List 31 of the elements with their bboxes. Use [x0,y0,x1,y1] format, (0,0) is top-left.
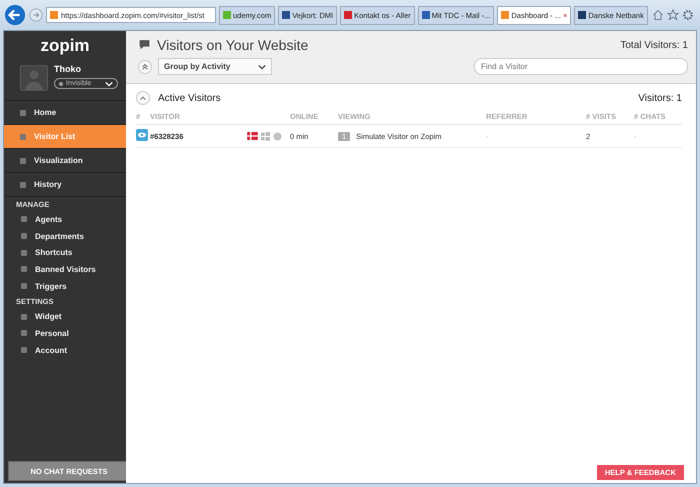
chat-bubble-icon [138,39,151,51]
nav-item[interactable]: Triggers [4,278,126,294]
group-title: Active Visitors [158,92,221,104]
collapse-button[interactable] [136,91,150,105]
eye-icon [136,129,148,141]
visitor-count: Visitors: 1 [638,92,682,104]
caret-icon [105,80,113,86]
back-icon[interactable] [4,4,26,26]
nav-item[interactable]: Agents [4,211,126,228]
chevron-icon [139,94,147,102]
total-visitors: Total Visitors: 1 [620,40,688,50]
nav-item[interactable]: Banned Visitors [4,261,126,278]
double-chevron-icon [141,62,149,70]
search-field[interactable]: Find a Visitor [474,58,688,75]
nav-item[interactable]: Shortcuts [4,244,126,262]
group-by-dropdown[interactable]: Group by Activity [158,58,272,75]
page-title: Visitors on Your Website [157,37,308,53]
nav-item[interactable]: Departments [4,228,126,244]
caret-icon [258,64,266,70]
nav-item[interactable]: Personal [4,325,126,342]
windows-icon [261,132,270,140]
logo: zopim [39,35,91,57]
flag-icon [247,132,258,140]
nav-item[interactable]: Widget [4,308,126,326]
nav-item[interactable]: Account [4,342,126,358]
home-icon[interactable] [652,9,664,21]
forward-icon[interactable] [29,8,43,22]
user-name: Thoko [54,64,82,74]
avatar-icon [20,64,48,92]
collapse-all-button[interactable] [138,60,152,74]
star-icon[interactable] [667,9,679,21]
